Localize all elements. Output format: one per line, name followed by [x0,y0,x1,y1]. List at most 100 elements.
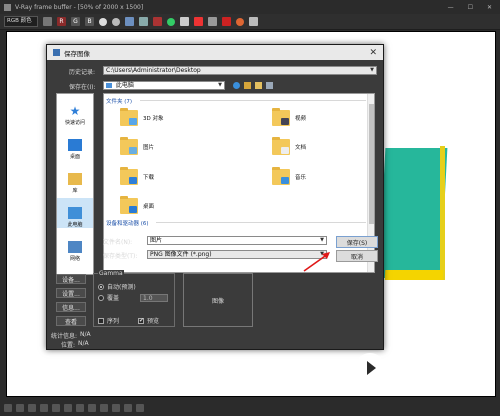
clear-image-icon[interactable] [153,17,162,26]
history-icon[interactable] [249,17,258,26]
place-network[interactable]: 网络 [57,232,93,262]
checkbox[interactable] [138,317,144,324]
new-folder-icon[interactable] [255,82,262,89]
library-icon [68,173,82,185]
back-icon[interactable] [233,82,240,89]
minimize-button[interactable]: — [448,4,454,11]
folder-item-3d-objects[interactable]: 3D 对象 [120,108,163,126]
history-dropdown[interactable]: C:\Users\Administrator\Desktop ▼ [103,66,377,75]
status-icon[interactable] [52,404,60,412]
status-icon[interactable] [4,404,12,412]
render-icon[interactable] [236,17,244,26]
view-button[interactable]: 查看 [56,316,86,326]
scrollbar-thumb[interactable] [369,104,374,224]
gamma-value-spinner[interactable]: 1.0 [140,293,169,302]
rendered-teal-object [378,148,448,278]
sync-icon[interactable] [167,17,175,26]
status-icon[interactable] [64,404,72,412]
alpha-channel-icon[interactable] [99,17,107,26]
folder-icon [272,108,290,126]
dialog-title: 保存图像 [64,49,90,58]
savein-value: 此电脑 [115,82,134,89]
folder-icon [120,196,138,214]
group-devices-header[interactable]: 设备和驱动器 (6) [106,219,149,227]
save-button[interactable]: 保存(S) [336,236,378,248]
status-icon[interactable] [136,404,144,412]
up-folder-icon[interactable] [244,82,251,89]
radio-button[interactable] [98,283,104,290]
track-mouse-icon[interactable] [194,17,203,26]
stop-render-icon[interactable] [222,17,231,26]
place-quick-access[interactable]: ★ 快速访问 [57,96,93,126]
folder-icon [120,167,138,185]
status-icon[interactable] [28,404,36,412]
status-icon[interactable] [112,404,120,412]
preview-option[interactable]: 预览 [138,316,159,325]
filetype-label: 保存类型(T): [103,253,138,260]
history-value: C:\Users\Administrator\Desktop [106,67,201,74]
green-channel-toggle[interactable]: G [71,17,80,26]
dialog-titlebar: 保存图像 ✕ [47,45,383,60]
rendered-yellow-side [440,146,445,280]
folder-icon [272,167,290,185]
folder-item-downloads[interactable]: 下载 [120,167,154,185]
place-this-pc[interactable]: 此电脑 [57,198,93,228]
save-image-icon[interactable] [125,17,134,26]
computer-icon [106,83,112,88]
red-channel-toggle[interactable]: R [57,17,66,26]
maximize-button[interactable]: ☐ [468,4,473,11]
save-image-dialog: 保存图像 ✕ 历史记录: C:\Users\Administrator\Desk… [46,44,384,350]
place-libraries[interactable]: 库 [57,164,93,194]
channel-select[interactable]: RGB 颜色 [4,16,38,27]
compare-icon[interactable] [208,17,217,26]
folder-item-videos[interactable]: 视频 [272,108,306,126]
status-icon[interactable] [100,404,108,412]
folder-item-pictures[interactable]: 图片 [120,137,154,155]
radio-button[interactable] [98,294,104,301]
info-button[interactable]: 信息... [56,302,86,312]
places-bar: ★ 快速访问 桌面 库 此电脑 网络 [56,93,94,275]
network-icon [68,241,82,253]
cancel-button[interactable]: 取消 [336,250,378,262]
region-render-icon[interactable] [180,17,189,26]
folder-item-music[interactable]: 音乐 [272,167,306,185]
folder-item-desktop[interactable]: 桌面 [120,196,154,214]
status-icon[interactable] [124,404,132,412]
color-swatch-icon[interactable] [43,17,52,26]
gamma-override-option[interactable]: 覆盖 1.0 [98,293,169,302]
status-icon[interactable] [40,404,48,412]
filetype-dropdown[interactable]: PNG 图像文件 (*.png) ▼ [147,250,327,259]
view-menu-icon[interactable] [266,82,273,89]
status-icon[interactable] [88,404,96,412]
chevron-down-icon: ▼ [218,82,222,88]
filename-input[interactable]: 图片 ▼ [147,236,327,245]
history-label: 历史记录: [69,69,96,76]
folder-icon [120,137,138,155]
checkbox[interactable] [98,317,104,324]
savein-dropdown[interactable]: 此电脑 ▼ [103,81,225,90]
mono-channel-icon[interactable] [112,17,120,26]
vfb-title: V-Ray frame buffer - [50% of 2000 x 1500… [15,3,144,11]
setup-button[interactable]: 设置... [56,288,86,298]
preview-box-label: 图像 [211,297,224,305]
chevron-down-icon: ▼ [320,237,324,243]
gamma-auto-option[interactable]: 自动(预测) [98,282,136,291]
rendered-yellow-edge [384,270,444,280]
devices-button[interactable]: 设备... [56,274,86,284]
vfb-app-icon [4,3,11,11]
computer-icon [68,207,82,219]
load-image-icon[interactable] [139,17,148,26]
close-button[interactable]: ✕ [487,4,492,11]
place-desktop[interactable]: 桌面 [57,130,93,160]
group-divider [156,222,366,223]
dialog-close-icon[interactable]: ✕ [369,48,377,58]
status-icon[interactable] [16,404,24,412]
blue-channel-toggle[interactable]: B [85,17,94,26]
red-arrow-annotation [303,252,330,272]
folder-item-documents[interactable]: 文档 [272,137,306,155]
desktop-icon [68,139,82,151]
folder-icon [272,137,290,155]
group-folders-header[interactable]: 文件夹 (7) [106,97,132,105]
sequence-option[interactable]: 序列 [98,316,119,325]
status-icon[interactable] [76,404,84,412]
